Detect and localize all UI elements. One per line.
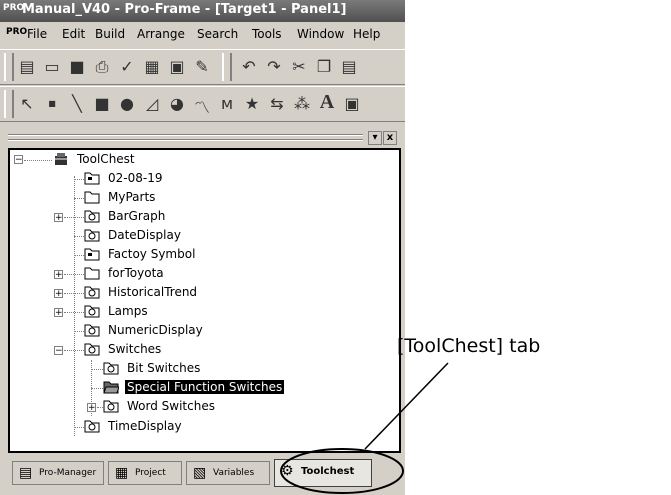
callout-ellipse (280, 448, 404, 494)
annotation-layer (280, 362, 449, 494)
callout-leader-line (364, 362, 449, 450)
callout-label: [ToolChest] tab (397, 335, 541, 357)
